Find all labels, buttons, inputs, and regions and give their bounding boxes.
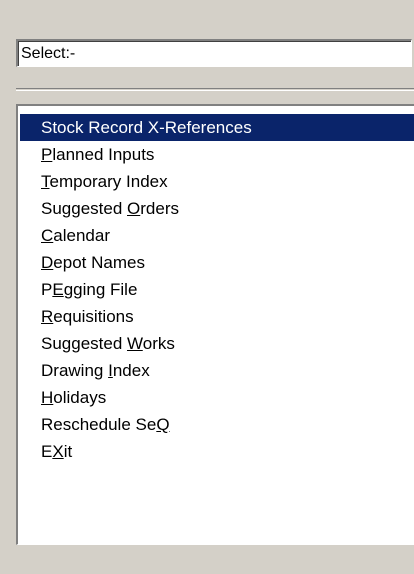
menu-item-reschedule-seq[interactable]: Reschedule SeQ [20, 411, 414, 438]
menu-item-label: PEgging File [41, 280, 138, 299]
menu-item-label: Suggested Works [41, 334, 175, 353]
menu-item-exit[interactable]: EXit [20, 438, 414, 465]
menu-item-depot-names[interactable]: Depot Names [20, 249, 414, 276]
menu-item-planned-inputs[interactable]: Planned Inputs [20, 141, 414, 168]
menu-item-holidays[interactable]: Holidays [20, 384, 414, 411]
menu-item-stock-record-x-references[interactable]: Stock Record X-References [20, 114, 414, 141]
menu-listbox[interactable]: Stock Record X-References Planned Inputs T… [16, 104, 414, 545]
select-field-value: Select:- [21, 45, 76, 62]
menu-item-drawing-index[interactable]: Drawing Index [20, 357, 414, 384]
menu-item-pegging-file[interactable]: PEgging File [20, 276, 414, 303]
menu-item-label: Reschedule SeQ [41, 415, 170, 434]
menu-item-label: Planned Inputs [41, 145, 155, 164]
menu-item-suggested-orders[interactable]: Suggested Orders [20, 195, 414, 222]
separator [16, 88, 414, 91]
menu-item-label: Temporary Index [41, 172, 168, 191]
menu-item-label: Requisitions [41, 307, 134, 326]
menu-item-label: Stock Record X-References [41, 118, 252, 137]
menu-item-label: EXit [41, 442, 73, 461]
menu-item-label: Calendar [41, 226, 110, 245]
menu-item-temporary-index[interactable]: Temporary Index [20, 168, 414, 195]
menu-item-label: Drawing Index [41, 361, 150, 380]
menu-item-calendar[interactable]: Calendar [20, 222, 414, 249]
select-field[interactable]: Select:- [16, 39, 412, 67]
menu-item-label: Suggested Orders [41, 199, 179, 218]
menu-item-label: Depot Names [41, 253, 145, 272]
menu-item-suggested-works[interactable]: Suggested Works [20, 330, 414, 357]
menu-list: Stock Record X-References Planned Inputs T… [20, 114, 414, 465]
menu-item-requisitions[interactable]: Requisitions [20, 303, 414, 330]
menu-item-label: Holidays [41, 388, 107, 407]
